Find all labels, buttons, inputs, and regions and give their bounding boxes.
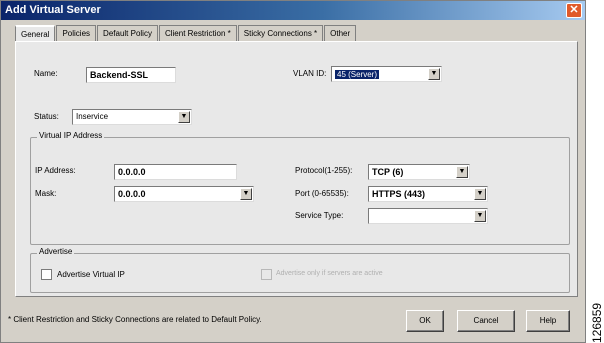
vlan-id-dropdown[interactable]: 45 (Server) ▼ <box>331 66 442 82</box>
close-icon[interactable]: ✕ <box>566 3 582 18</box>
advertise-active-label: Advertise only if servers are active <box>276 270 383 277</box>
port-value: HTTPS (443) <box>372 189 426 199</box>
vlan-id-label: VLAN ID: <box>293 69 327 78</box>
status-label: Status: <box>34 112 59 121</box>
tab-policies[interactable]: Policies <box>56 25 97 41</box>
dialog-title: Add Virtual Server <box>5 4 101 16</box>
ip-address-label: IP Address: <box>35 166 76 175</box>
chevron-down-icon[interactable]: ▼ <box>428 68 440 80</box>
mask-dropdown[interactable]: 0.0.0.0 ▼ <box>114 186 254 202</box>
advertise-vip-checkbox[interactable] <box>41 269 52 280</box>
port-dropdown[interactable]: HTTPS (443) ▼ <box>368 186 488 202</box>
mask-label: Mask: <box>35 189 57 198</box>
chevron-down-icon[interactable]: ▼ <box>240 188 252 200</box>
virtual-ip-legend: Virtual IP Address <box>37 131 105 140</box>
advertise-active-checkbox <box>261 269 272 280</box>
add-virtual-server-dialog: Add Virtual Server ✕ General Policies De… <box>0 0 586 343</box>
port-label: Port (0-65535): <box>295 189 349 198</box>
name-label: Name: <box>34 69 58 78</box>
tab-default-policy[interactable]: Default Policy <box>97 25 158 41</box>
ip-address-value: 0.0.0.0 <box>118 167 146 177</box>
tab-general[interactable]: General <box>15 25 56 42</box>
ok-button[interactable]: OK <box>406 310 444 332</box>
general-panel: Name: Backend-SSL VLAN ID: 45 (Server) ▼… <box>15 41 578 297</box>
vlan-id-value: 45 (Server) <box>335 70 380 79</box>
name-field[interactable]: Backend-SSL <box>86 67 176 83</box>
tab-other[interactable]: Other <box>324 25 357 41</box>
ip-address-field[interactable]: 0.0.0.0 <box>114 164 237 180</box>
chevron-down-icon[interactable]: ▼ <box>474 188 486 200</box>
help-button[interactable]: Help <box>526 310 570 332</box>
cancel-button[interactable]: Cancel <box>457 310 515 332</box>
chevron-down-icon[interactable]: ▼ <box>456 166 468 178</box>
tab-sticky-connections[interactable]: Sticky Connections * <box>237 25 324 41</box>
status-value: Inservice <box>76 112 109 121</box>
virtual-ip-group: Virtual IP Address IP Address: 0.0.0.0 M… <box>30 131 570 245</box>
tab-strip: General Policies Default Policy Client R… <box>15 25 357 42</box>
service-type-label: Service Type: <box>295 211 344 220</box>
footnote: * Client Restriction and Sticky Connecti… <box>8 315 262 324</box>
tab-client-restriction[interactable]: Client Restriction * <box>158 25 237 41</box>
status-dropdown[interactable]: Inservice ▼ <box>72 109 192 125</box>
title-bar: Add Virtual Server ✕ <box>1 1 585 20</box>
protocol-dropdown[interactable]: TCP (6) ▼ <box>368 164 470 180</box>
mask-value: 0.0.0.0 <box>118 189 146 199</box>
chevron-down-icon[interactable]: ▼ <box>474 210 486 222</box>
chevron-down-icon[interactable]: ▼ <box>178 111 190 123</box>
figure-number: 126859 <box>590 302 604 343</box>
protocol-value: TCP (6) <box>372 167 404 177</box>
advertise-group: Advertise Advertise Virtual IP Advertise… <box>30 247 570 293</box>
name-value: Backend-SSL <box>90 70 149 80</box>
advertise-legend: Advertise <box>37 247 75 256</box>
protocol-label: Protocol(1-255): <box>295 166 353 175</box>
service-type-dropdown[interactable]: ▼ <box>368 208 488 224</box>
advertise-vip-label: Advertise Virtual IP <box>57 270 125 279</box>
